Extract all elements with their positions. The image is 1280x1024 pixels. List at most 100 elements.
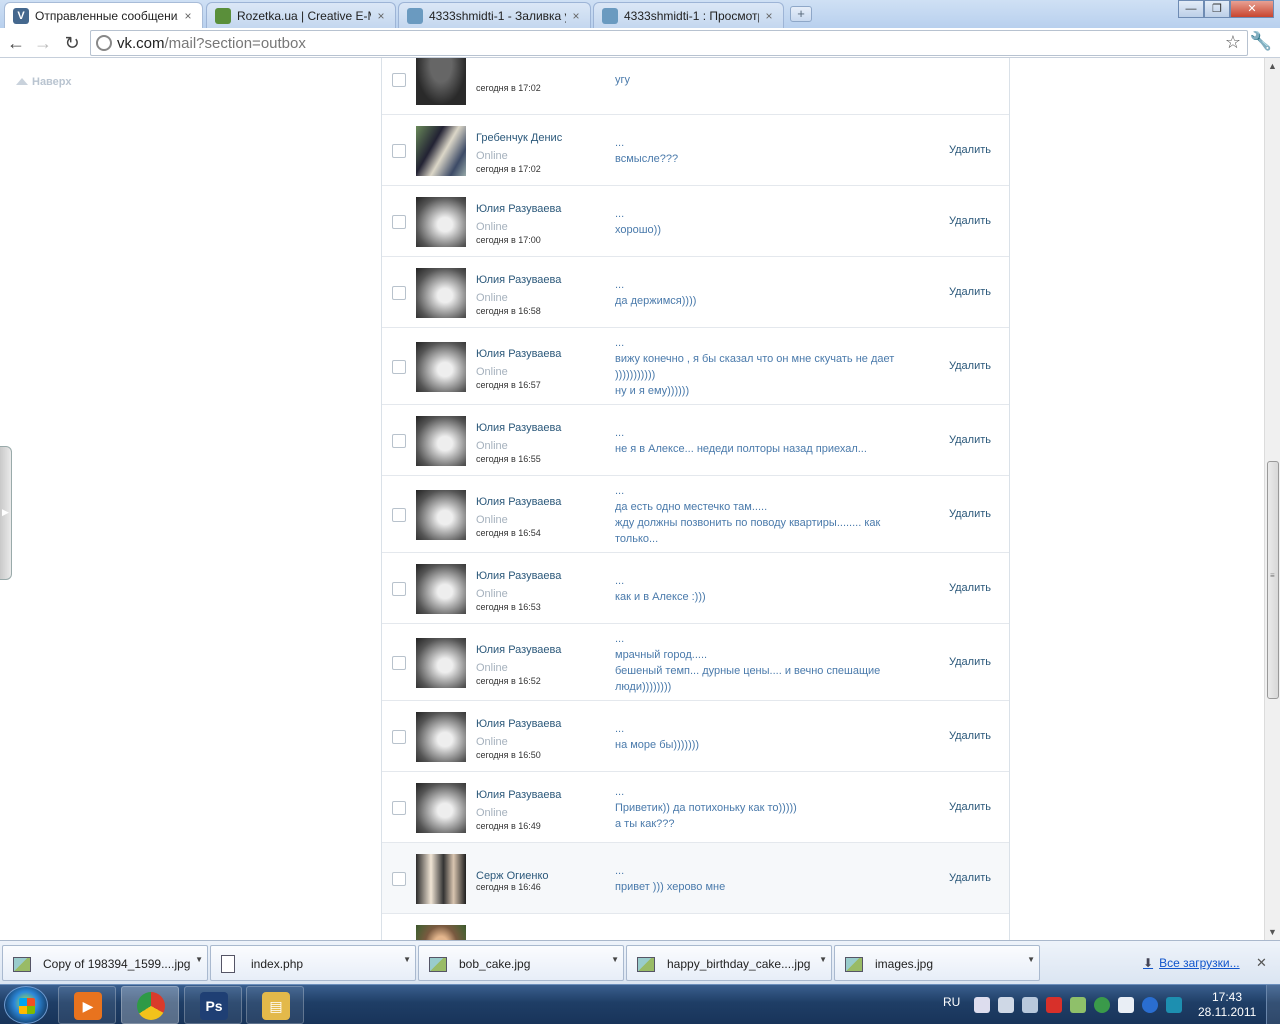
show-desktop-button[interactable] <box>1266 985 1280 1024</box>
avatar[interactable] <box>416 267 466 318</box>
app-tray-icon[interactable] <box>1166 997 1182 1013</box>
message-preview[interactable]: ... Приветик)) да потихоньку как то))))) а… <box>615 784 915 832</box>
tab-close-icon[interactable]: × <box>375 9 387 23</box>
sender-name[interactable]: Юлия Разуваева <box>476 496 561 508</box>
message-row[interactable]: Серж Огиенко сегодня в 16:46... привет )))… <box>382 843 1009 914</box>
sender-name[interactable]: Юлия Разуваева <box>476 348 561 360</box>
dropdown-arrow-icon[interactable]: ▼ <box>195 955 203 964</box>
message-checkbox[interactable] <box>392 433 406 448</box>
reload-icon[interactable]: ↻ <box>61 32 83 54</box>
sender-name[interactable]: Гребенчук Денис <box>476 132 562 144</box>
vertical-scrollbar[interactable]: ▲ ≡ ▼ <box>1264 58 1280 940</box>
app-tray-icon[interactable] <box>1094 997 1110 1013</box>
message-checkbox[interactable] <box>392 507 406 522</box>
dropdown-arrow-icon[interactable]: ▼ <box>611 955 619 964</box>
scroll-down-icon[interactable]: ▼ <box>1268 927 1277 937</box>
avatar[interactable] <box>416 924 466 940</box>
message-row[interactable]: Юлия Разуваева Online сегодня в 16:52... мр… <box>382 624 1009 701</box>
message-preview[interactable]: ... мрачный город..... бешеный темп... дур… <box>615 631 915 695</box>
volume-tray-icon[interactable] <box>1022 997 1038 1013</box>
avatar[interactable] <box>416 125 466 176</box>
browser-tab[interactable]: V Отправленные сообщения × <box>4 2 203 28</box>
avatar[interactable] <box>416 489 466 540</box>
message-row[interactable]: сегодня в 17:02 угу <box>382 58 1009 115</box>
message-checkbox[interactable] <box>392 581 406 596</box>
message-preview[interactable]: ... как и в Алексе :))) <box>615 573 915 605</box>
message-checkbox[interactable] <box>392 72 406 87</box>
download-item[interactable]: Copy of 198394_1599....jpg ▼ <box>2 945 208 981</box>
message-row[interactable]: Юлия Разуваева Online сегодня в 16:54... да… <box>382 476 1009 553</box>
back-to-top-link[interactable]: Наверх <box>16 76 72 88</box>
scroll-thumb[interactable]: ≡ <box>1267 461 1279 699</box>
sender-name[interactable]: Серж Огиенко <box>476 870 549 882</box>
taskbar-photoshop-button[interactable]: Ps <box>184 986 242 1024</box>
sender-name[interactable]: Юлия Разуваева <box>476 718 561 730</box>
message-preview[interactable]: ... привет ))) херово мне <box>615 863 915 895</box>
tab-close-icon[interactable]: × <box>763 9 775 23</box>
clock[interactable]: 17:43 28.11.2011 <box>1198 990 1256 1020</box>
network-tray-icon[interactable] <box>998 997 1014 1013</box>
message-row[interactable]: Юлия Разуваева Online сегодня в 16:55... не… <box>382 405 1009 476</box>
taskbar-media-player-button[interactable]: ▶ <box>58 986 116 1024</box>
message-checkbox[interactable] <box>392 655 406 670</box>
delete-link[interactable]: Удалить <box>949 434 991 446</box>
avatar[interactable] <box>416 853 466 904</box>
message-row[interactable]: Юлия Разуваева Online сегодня в 16:58... да… <box>382 257 1009 328</box>
avatar[interactable] <box>416 415 466 466</box>
message-checkbox[interactable] <box>392 143 406 158</box>
delete-link[interactable]: Удалить <box>949 801 991 813</box>
sender-name[interactable]: Юлия Разуваева <box>476 644 561 656</box>
download-item[interactable]: images.jpg ▼ <box>834 945 1040 981</box>
app-tray-icon[interactable] <box>1046 997 1062 1013</box>
tab-close-icon[interactable]: × <box>570 9 582 23</box>
sender-name[interactable]: Юлия Разуваева <box>476 789 561 801</box>
delete-link[interactable]: Удалить <box>949 508 991 520</box>
avatar[interactable] <box>416 58 466 105</box>
sender-name[interactable]: Юлия Разуваева <box>476 274 561 286</box>
all-downloads-link[interactable]: ⬇ Все загрузки... <box>1143 956 1240 970</box>
delete-link[interactable]: Удалить <box>949 215 991 227</box>
flag-tray-icon[interactable] <box>974 997 990 1013</box>
delete-link[interactable]: Удалить <box>949 286 991 298</box>
close-window-button[interactable]: ✕ <box>1230 0 1274 18</box>
bookmark-star-icon[interactable]: ☆ <box>1225 32 1241 53</box>
address-bar[interactable]: vk.com/mail?section=outbox ☆ <box>90 30 1248 56</box>
taskbar-chrome-button[interactable] <box>121 986 179 1024</box>
delete-link[interactable]: Удалить <box>949 360 991 372</box>
avatar[interactable] <box>416 341 466 392</box>
app-tray-icon[interactable] <box>1070 997 1086 1013</box>
message-preview[interactable]: ... не я в Алексе... недеди полторы назад… <box>615 425 915 457</box>
sender-name[interactable]: Юлия Разуваева <box>476 422 561 434</box>
message-preview[interactable]: угу <box>615 72 915 88</box>
message-preview[interactable]: ... на море бы))))))) <box>615 721 915 753</box>
sender-name[interactable]: Юлия Разуваева <box>476 203 561 215</box>
maximize-button[interactable]: ❐ <box>1204 0 1230 18</box>
message-checkbox[interactable] <box>392 729 406 744</box>
message-row[interactable]: Юлия Разуваева Online сегодня в 16:49... Пр… <box>382 772 1009 843</box>
delete-link[interactable]: Удалить <box>949 730 991 742</box>
message-preview[interactable]: ... хорошо)) <box>615 206 915 238</box>
close-shelf-icon[interactable]: ✕ <box>1256 955 1267 971</box>
message-checkbox[interactable] <box>392 871 406 886</box>
message-row[interactable]: Юлия Разуваева Online сегодня в 16:53... ка… <box>382 553 1009 624</box>
tab-close-icon[interactable]: × <box>182 9 194 23</box>
message-row[interactable]: Юлия Разуваева Online сегодня в 16:57... ви… <box>382 328 1009 405</box>
scroll-up-icon[interactable]: ▲ <box>1268 61 1277 71</box>
avatar[interactable] <box>416 637 466 688</box>
dropdown-arrow-icon[interactable]: ▼ <box>403 955 411 964</box>
app-tray-icon[interactable] <box>1142 997 1158 1013</box>
delete-link[interactable]: Удалить <box>949 144 991 156</box>
message-row[interactable]: Юлия Разуваева Online сегодня в 16:50... на… <box>382 701 1009 772</box>
dropdown-arrow-icon[interactable]: ▼ <box>819 955 827 964</box>
side-panel-handle[interactable]: ▶ <box>0 446 12 580</box>
message-checkbox[interactable] <box>392 359 406 374</box>
minimize-button[interactable]: — <box>1178 0 1204 18</box>
download-item[interactable]: happy_birthday_cake....jpg ▼ <box>626 945 832 981</box>
message-checkbox[interactable] <box>392 800 406 815</box>
sender-name[interactable]: Юлия Разуваева <box>476 570 561 582</box>
wrench-menu-icon[interactable]: 🔧 <box>1250 31 1272 52</box>
message-preview[interactable]: ... да есть одно местечко там..... жду дол… <box>615 483 915 547</box>
download-item[interactable]: index.php ▼ <box>210 945 416 981</box>
back-arrow-icon[interactable]: ← <box>5 32 27 54</box>
start-button[interactable] <box>4 986 48 1024</box>
